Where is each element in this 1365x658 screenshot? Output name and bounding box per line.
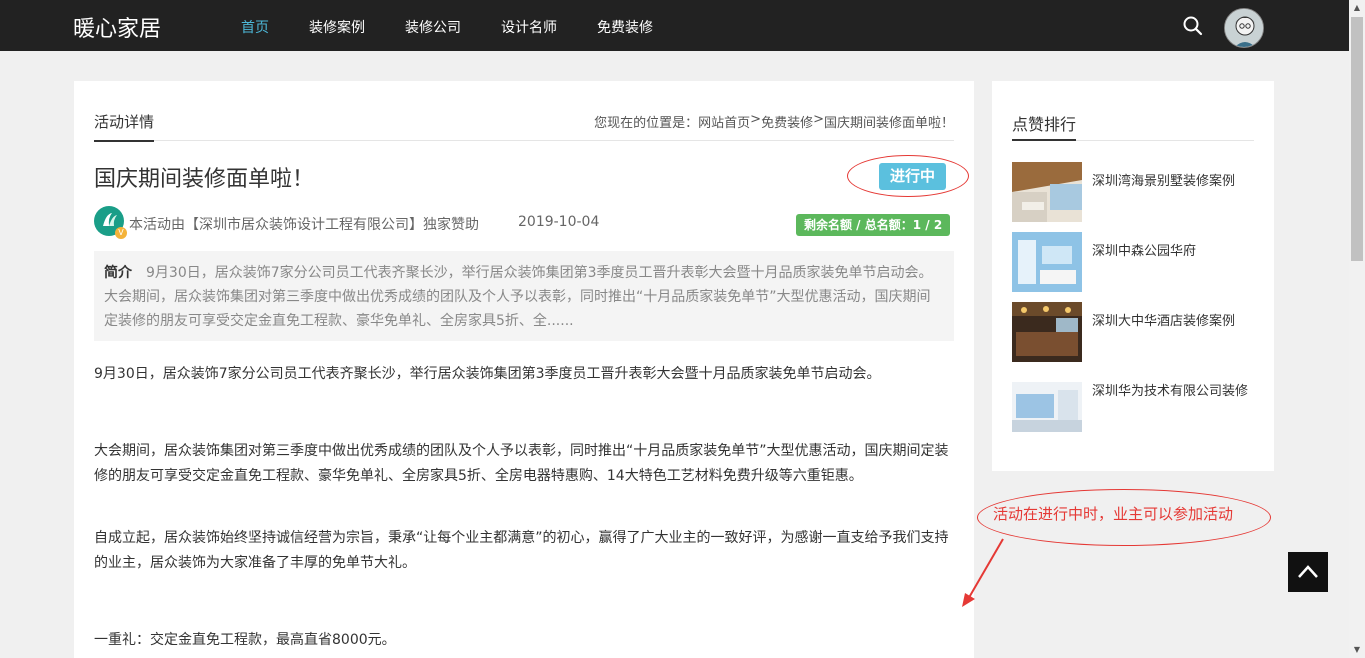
quota-badge: 剩余名额 / 总名额：1 / 2	[796, 214, 951, 236]
intro-text: 9月30日，居众装饰7家分公司员工代表齐聚长沙，举行居众装饰集团第3季度员工晋升…	[104, 265, 933, 329]
annotation-text: 活动在进行中时，业主可以参加活动	[993, 505, 1234, 523]
breadcrumb-free-decoration[interactable]: 免费装修	[761, 112, 813, 131]
case-thumbnail[interactable]	[1012, 162, 1082, 222]
breadcrumb: 您现在的位置是： 网站首页 > 免费装修 > 国庆期间装修面单啦！	[594, 112, 954, 131]
case-thumbnail[interactable]	[1012, 302, 1082, 362]
status-highlight-ellipse	[847, 155, 969, 197]
nav-item-home[interactable]: 首页	[241, 17, 269, 37]
intro-label: 简介	[104, 265, 132, 281]
activity-detail-card: 活动详情 您现在的位置是： 网站首页 > 免费装修 > 国庆期间装修面单啦！ 国…	[74, 81, 974, 658]
sponsor-text: 本活动由【深圳市居众装饰设计工程有限公司】独家赞助	[129, 217, 479, 233]
scroll-up-icon[interactable]: ▲	[1349, 0, 1365, 16]
breadcrumb-home[interactable]: 网站首页	[698, 112, 750, 131]
section-title: 活动详情	[94, 111, 155, 142]
nav-item-free-decoration[interactable]: 免费装修	[597, 17, 653, 37]
scroll-down-icon[interactable]: ▼	[1349, 642, 1365, 658]
intro-box: 简介 9月30日，居众装饰7家分公司员工代表齐聚长沙，举行居众装饰集团第3季度员工…	[94, 251, 954, 341]
like-ranking-card: 点赞排行 深圳湾海景别墅装修案例 深圳中森公园华府 深圳大中华酒店装修案例 深圳…	[992, 81, 1274, 471]
divider-accent	[1012, 139, 1076, 141]
ranking-item-label[interactable]: 深圳中森公园华府	[1092, 232, 1196, 292]
paragraph-3: 自成立起，居众装饰始终坚持诚信经营为宗旨，秉承“让每个业主都满意”的初心，赢得了…	[94, 530, 949, 571]
case-thumbnail[interactable]	[1012, 372, 1082, 432]
page-scrollbar[interactable]: ▲ ▼	[1349, 0, 1365, 658]
ranking-item-label[interactable]: 深圳湾海景别墅装修案例	[1092, 162, 1235, 222]
back-to-top-button[interactable]	[1288, 552, 1328, 592]
nav-item-cases[interactable]: 装修案例	[309, 17, 365, 37]
ranking-item-label[interactable]: 深圳大中华酒店装修案例	[1092, 302, 1235, 362]
activity-date: 2019-10-04	[518, 214, 600, 230]
verified-icon: V	[115, 227, 127, 239]
paragraph-4: 一重礼：交定金直免工程款，最高直省8000元。	[94, 632, 396, 648]
ranking-item-label[interactable]: 深圳华为技术有限公司装修	[1092, 372, 1248, 432]
top-navbar: 暖心家居 首页 装修案例 装修公司 设计名师 免费装修	[0, 0, 1349, 51]
ranking-item[interactable]: 深圳大中华酒店装修案例	[1012, 302, 1254, 362]
sponsor-logo: V	[94, 206, 127, 239]
nav-item-companies[interactable]: 装修公司	[405, 17, 461, 37]
site-logo[interactable]: 暖心家居	[73, 11, 161, 43]
case-thumbnail[interactable]	[1012, 232, 1082, 292]
scrollbar-thumb[interactable]	[1351, 17, 1363, 261]
section-header: 活动详情 您现在的位置是： 网站首页 > 免费装修 > 国庆期间装修面单啦！	[94, 111, 954, 142]
ranking-item[interactable]: 深圳湾海景别墅装修案例	[1012, 162, 1254, 222]
main-nav: 首页 装修案例 装修公司 设计名师 免费装修	[241, 17, 693, 37]
ranking-item[interactable]: 深圳华为技术有限公司装修	[1012, 372, 1254, 432]
paragraph-2: 大会期间，居众装饰集团对第三季度中做出优秀成绩的团队及个人予以表彰，同时推出“十…	[94, 443, 949, 484]
search-icon[interactable]	[1182, 15, 1204, 37]
annotation-arrow-icon	[962, 538, 1004, 607]
breadcrumb-current[interactable]: 国庆期间装修面单啦！	[824, 112, 954, 131]
ranking-item[interactable]: 深圳中森公园华府	[1012, 232, 1254, 292]
breadcrumb-prefix: 您现在的位置是：	[594, 116, 699, 131]
paragraph-1: 9月30日，居众装饰7家分公司员工代表齐聚长沙，举行居众装饰集团第3季度员工晋升…	[94, 366, 881, 382]
nav-item-designers[interactable]: 设计名师	[501, 17, 557, 37]
user-avatar[interactable]	[1224, 8, 1264, 48]
chevron-up-icon	[1298, 565, 1318, 578]
activity-title: 国庆期间装修面单啦！	[94, 167, 315, 192]
sidebar-title: 点赞排行	[1012, 115, 1077, 134]
